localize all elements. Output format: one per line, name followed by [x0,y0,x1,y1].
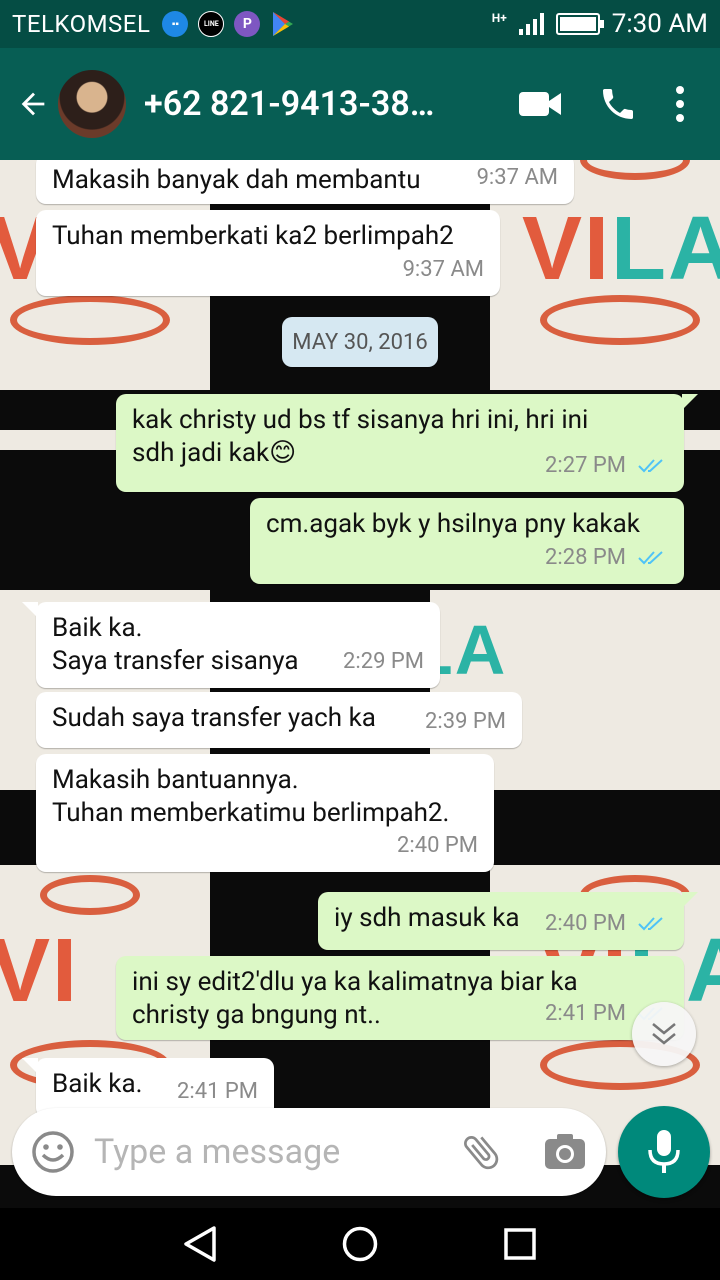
bbm-icon: ▪▪ [162,11,189,37]
composer [0,1100,720,1208]
clock: 7:30 AM [611,9,708,39]
signal-icon [518,13,544,35]
message-text: Tuhan memberkati ka2 berlimpah2 [52,221,454,251]
status-bar: TELKOMSEL ▪▪ LINE P H+ 7:30 AM [0,0,720,48]
scroll-to-bottom-button[interactable] [632,1002,696,1066]
notification-icons: ▪▪ LINE P [162,11,296,37]
voice-message-button[interactable] [618,1106,710,1198]
attach-icon[interactable] [458,1129,504,1175]
back-arrow-icon[interactable] [6,77,60,131]
message-time: 2:41 PM [545,1001,626,1026]
nav-back-icon[interactable] [170,1214,230,1274]
message-text: Makasih bantuannya. Tuhan memberkatimu b… [52,765,450,828]
message-time: 2:40 PM [545,911,626,936]
play-store-icon [270,11,296,37]
message-bubble-incoming[interactable]: Baik ka. Saya transfer sisanya 2:29 PM [22,602,440,688]
message-time: 2:40 PM [397,833,478,858]
message-text: cm.agak byk y hsilnya pny kakak [266,509,640,539]
camera-icon[interactable] [542,1129,588,1175]
nav-home-icon[interactable] [330,1214,390,1274]
message-bubble-outgoing[interactable]: ini sy edit2'dlu ya ka kalimatnya biar k… [116,956,684,1040]
emoji-icon[interactable] [30,1129,76,1175]
message-bubble-incoming[interactable]: Tuhan memberkati ka2 berlimpah2 9:37 AM [36,210,500,296]
network-type: H+ [491,11,507,25]
wallpaper-logo: VILA [522,199,720,299]
message-bubble-incoming[interactable]: Makasih banyak dah membantu 9:37 AM [36,160,574,204]
double-chevron-down-icon [652,1023,676,1045]
wallpaper-logo: VI [0,921,80,1021]
read-ticks-icon [638,916,663,930]
carrier-name: TELKOMSEL [12,10,151,38]
message-input-container [12,1108,606,1196]
read-ticks-icon [638,550,663,564]
message-time: 2:27 PM [545,453,626,478]
contact-name[interactable]: +62 821-9413-38… [144,84,444,124]
p-app-icon: P [234,11,261,37]
message-input[interactable] [94,1132,434,1172]
chat-area[interactable]: VI VILA VI VILA LA Makasih banyak dah me… [0,160,720,1208]
battery-icon [555,13,604,35]
message-time: 9:37 AM [402,257,484,282]
message-time: 2:39 PM [425,709,506,734]
overflow-menu-icon[interactable] [674,84,686,124]
message-bubble-outgoing[interactable]: cm.agak byk y hsilnya pny kakak 2:28 PM [250,498,684,584]
line-today-icon: LINE [198,11,225,37]
message-bubble-incoming[interactable]: Sudah saya transfer yach ka 2:39 PM [36,692,522,748]
message-time: 2:28 PM [545,545,626,570]
message-bubble-outgoing[interactable]: kak christy ud bs tf sisanya hri ini, hr… [116,394,698,492]
smiley-emoji: 😊 [269,438,297,468]
date-chip: MAY 30, 2016 [282,317,438,367]
chat-header: +62 821-9413-38… [0,48,720,160]
message-text: kak christy ud bs tf sisanya hri ini, hr… [132,405,589,468]
contact-avatar[interactable] [58,70,126,138]
message-bubble-outgoing[interactable]: iy sdh masuk ka 2:40 PM [318,892,698,950]
voice-call-icon[interactable] [598,84,638,124]
system-navigation-bar [0,1208,720,1280]
microphone-icon [648,1130,680,1173]
message-bubble-incoming[interactable]: Makasih bantuannya. Tuhan memberkatimu b… [36,754,494,872]
video-call-icon[interactable] [518,89,562,119]
message-time: 9:37 AM [476,165,558,190]
nav-recents-icon[interactable] [490,1214,550,1274]
message-time: 2:29 PM [343,649,424,674]
read-ticks-icon [638,458,663,472]
